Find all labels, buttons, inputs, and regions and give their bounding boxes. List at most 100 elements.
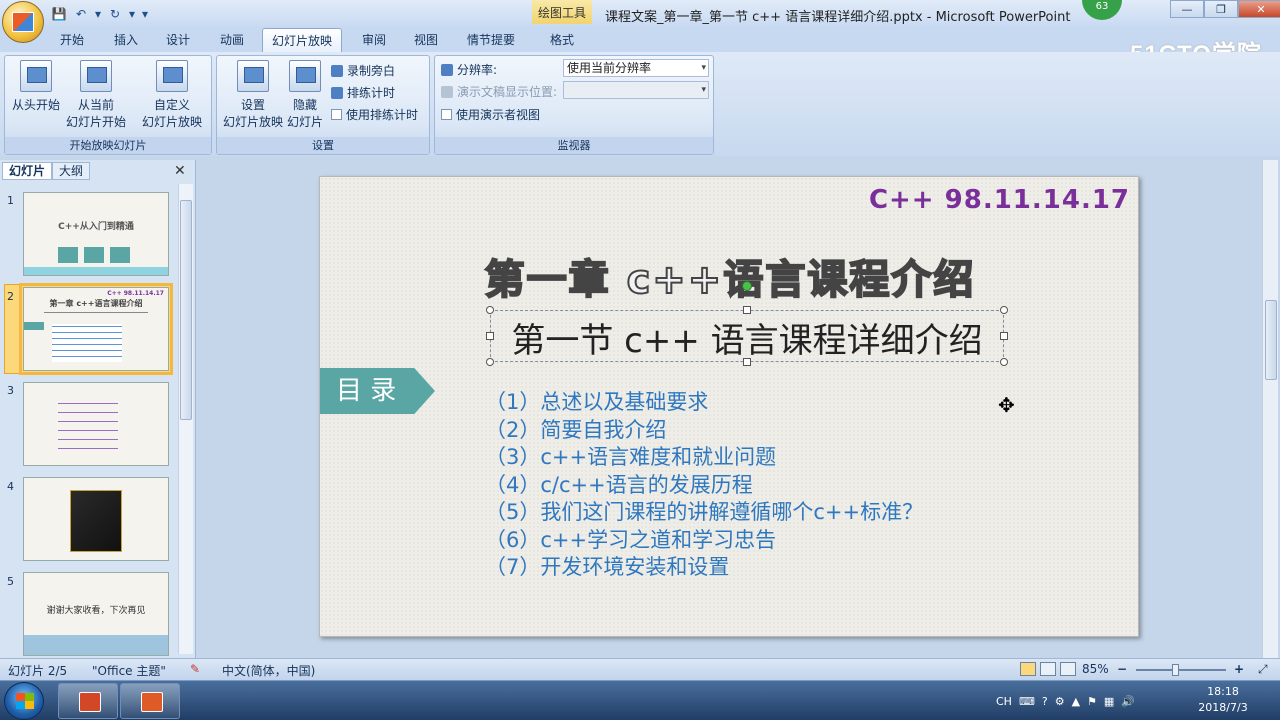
zoom-slider-thumb[interactable] (1172, 664, 1179, 676)
tab-outline[interactable]: 大纲 (52, 162, 91, 180)
windows-logo-icon (16, 693, 34, 709)
toc-list[interactable]: （1）总述以及基础要求 （2）简要自我介绍 （3）c++语言难度和就业问题 （4… (485, 389, 923, 582)
redo-icon[interactable]: ↻ (106, 5, 124, 23)
current-slide[interactable]: C++ 98.11.14.17 第一章 c++语言课程介绍 第一节 c++ 语言… (319, 176, 1139, 637)
toc-item: （5）我们这门课程的讲解遵循哪个c++标准？ (485, 500, 924, 524)
help-icon[interactable]: ? (1042, 695, 1048, 708)
tab-format[interactable]: 格式 (538, 28, 586, 52)
custom-slideshow-button[interactable]: 自定义 幻灯片放映 (135, 58, 209, 130)
tab-slideshow[interactable]: 幻灯片放映 (262, 28, 342, 52)
chapter-title[interactable]: 第一章 c++语言课程介绍 (320, 247, 1140, 305)
slide-thumbnail-4[interactable] (23, 477, 169, 561)
show-on-label-wrap: 演示文稿显示位置: (441, 83, 557, 100)
presenter-view-check[interactable] (441, 109, 452, 120)
save-icon[interactable]: 💾 (50, 5, 68, 23)
minimize-button[interactable]: — (1170, 0, 1204, 18)
canvas-scrollbar-thumb[interactable] (1265, 300, 1277, 380)
undo-dropdown-icon[interactable]: ▾ (94, 5, 102, 23)
show-hidden-icons-icon[interactable]: ▲ (1072, 695, 1080, 708)
canvas-scrollbar[interactable] (1262, 160, 1278, 658)
taskbar-powerpoint[interactable] (58, 683, 118, 719)
slide-sorter-icon[interactable] (1040, 662, 1056, 676)
custom-slideshow-label-1: 自定义 (153, 98, 190, 112)
from-current-label-1: 从当前 (77, 98, 114, 112)
section-title[interactable]: 第一节 c++ 语言课程详细介绍 (490, 313, 1004, 362)
network-icon[interactable]: ▦ (1104, 695, 1114, 708)
taskbar-clock[interactable]: 18:18 2018/7/3 (1188, 684, 1258, 716)
ime-indicator[interactable]: CH (996, 695, 1012, 708)
settings-icon[interactable]: ⚙ (1055, 695, 1065, 708)
tab-home[interactable]: 开始 (50, 28, 94, 52)
toc-item: （2）简要自我介绍 (485, 417, 667, 442)
zoom-in-icon[interactable]: + (1234, 662, 1244, 676)
language-indicator[interactable]: 中文(简体，中国) (222, 662, 315, 679)
system-tray: CH ⌨ ? ⚙ ▲ ⚑ ▦ 🔊 (996, 683, 1135, 719)
taskbar-app-2[interactable] (120, 683, 180, 719)
display-icon (441, 85, 453, 98)
spellcheck-icon[interactable]: ✎ (190, 662, 200, 676)
presenter-view-checkbox[interactable]: 使用演示者视图 (441, 106, 540, 123)
volume-icon[interactable]: 🔊 (1121, 695, 1135, 708)
view-buttons (1020, 662, 1076, 676)
group-setup: 设置 幻灯片放映 隐藏 幻灯片 录制旁白 排练计时 使用排练计时 设置 (216, 55, 430, 155)
tab-review[interactable]: 审阅 (352, 28, 396, 52)
rotate-handle[interactable] (742, 281, 752, 291)
window-controls: — ❐ ✕ (1170, 0, 1280, 18)
restore-button[interactable]: ❐ (1204, 0, 1238, 18)
show-on-dropdown[interactable]: ▾ (563, 81, 709, 99)
customize-qat-icon[interactable]: ▾ (140, 5, 150, 23)
tab-view[interactable]: 视图 (404, 28, 448, 52)
from-beginning-label: 从头开始 (11, 98, 60, 112)
record-narration-button[interactable]: 录制旁白 (331, 62, 395, 79)
slide-thumbnail-1[interactable]: C++从入门到精通 (23, 192, 169, 276)
setup-slideshow-button[interactable]: 设置 幻灯片放映 (219, 58, 287, 130)
tab-insert[interactable]: 插入 (104, 28, 148, 52)
resolution-dropdown[interactable]: 使用当前分辨率 ▾ (563, 59, 709, 77)
toc-arrow-label[interactable]: 目 录 (320, 368, 435, 414)
office-button[interactable] (2, 1, 44, 43)
clock-time: 18:18 (1207, 685, 1239, 698)
slide-thumbnail-2[interactable]: C++ 98.11.14.17 第一章 c++语言课程介绍 (19, 283, 173, 375)
keyboard-icon[interactable]: ⌨ (1019, 695, 1035, 708)
start-button[interactable] (4, 682, 44, 720)
chevron-down-icon: ▾ (701, 63, 706, 73)
thumb-title: 第一章 c++语言课程介绍 (49, 299, 143, 308)
zoom-level[interactable]: 85% (1082, 662, 1109, 676)
slide-thumbnail-3[interactable] (23, 382, 169, 466)
slide-thumbnail-5[interactable]: 谢谢大家收看，下次再见 (23, 572, 169, 656)
slide-number: 3 (7, 384, 14, 397)
tab-design[interactable]: 设计 (156, 28, 200, 52)
close-button[interactable]: ✕ (1238, 0, 1280, 18)
pane-close-icon[interactable]: ✕ (174, 163, 186, 179)
from-current-button[interactable]: 从当前 幻灯片开始 (61, 58, 131, 130)
use-timings-check[interactable] (331, 109, 342, 120)
hide-slide-button[interactable]: 隐藏 幻灯片 (285, 58, 325, 130)
tab-slides[interactable]: 幻灯片 (2, 162, 53, 180)
book-cover-icon (70, 490, 122, 552)
use-timings-checkbox[interactable]: 使用排练计时 (331, 106, 418, 123)
zoom-out-icon[interactable]: − (1117, 662, 1127, 676)
normal-view-icon[interactable] (1020, 662, 1036, 676)
rehearse-timings-button[interactable]: 排练计时 (331, 84, 395, 101)
redo-dropdown-icon[interactable]: ▾ (128, 5, 136, 23)
slide-number: 5 (7, 575, 14, 588)
group-label-setup: 设置 (217, 137, 429, 154)
play-from-start-icon (20, 60, 52, 92)
tab-storyboard[interactable]: 情节提要 (456, 28, 526, 52)
tab-animation[interactable]: 动画 (210, 28, 254, 52)
fit-to-window-icon[interactable]: ⤢ (1258, 662, 1268, 677)
flag-icon[interactable]: ⚑ (1087, 695, 1097, 708)
hide-slide-label-2: 幻灯片 (286, 115, 323, 129)
slideshow-view-icon[interactable] (1060, 662, 1076, 676)
thumb-title: 谢谢大家收看，下次再见 (46, 606, 146, 616)
from-beginning-button[interactable]: 从头开始 (9, 58, 63, 113)
toc-item: （3）c++语言难度和就业问题 (485, 445, 777, 469)
slide-code-text: C++ 98.11.14.17 (868, 185, 1130, 215)
from-current-label-2: 幻灯片开始 (65, 115, 126, 129)
pane-scrollbar-thumb[interactable] (180, 200, 192, 420)
undo-icon[interactable]: ↶ (72, 5, 90, 23)
zoom-slider[interactable] (1136, 669, 1226, 671)
hide-slide-icon (289, 60, 321, 92)
status-bar: 幻灯片 2/5 "Office 主题" ✎ 中文(简体，中国) 85% − + … (0, 658, 1280, 680)
pane-scrollbar[interactable] (178, 184, 193, 654)
